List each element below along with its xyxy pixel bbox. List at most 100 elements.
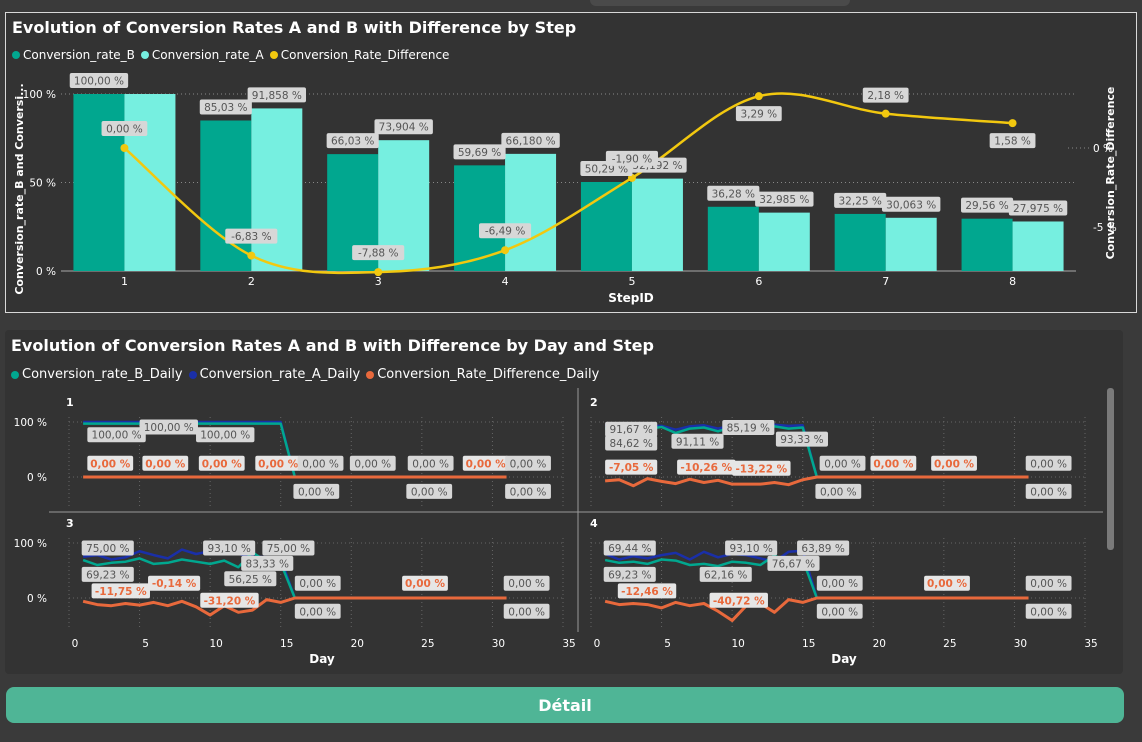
point-label: 91,67 % [605,421,658,437]
x-tick-label: 15 [280,638,293,650]
data-label-b-text: 32,25 % [839,195,882,207]
bar-conversion-rate-b [707,206,759,271]
point-label-text: 0,00 % [927,578,968,590]
x-tick-label: 10 [731,638,744,650]
point-label-text: 83,33 % [246,558,289,570]
panel-title: 1 [66,396,74,409]
point-label-text: -10,26 % [680,462,732,474]
day-chart-panel[interactable]: Evolution of Conversion Rates A and B wi… [5,330,1123,674]
data-label-b-text: 59,69 % [458,147,501,159]
y-tick-label: 0 % [36,266,56,278]
point-label-text: 0,00 % [411,486,448,498]
point-label-text: 69,23 % [608,569,651,581]
point-label-text: 0,00 % [202,458,243,470]
line-point [247,251,256,260]
data-label-a: 32,985 % [755,191,814,207]
line-point [881,109,890,118]
data-label-difference-text: -7,88 % [358,248,399,260]
point-label: 0,00 % [815,483,862,499]
y-tick-label: 100 % [14,538,47,550]
data-label-difference: 3,29 % [735,106,782,122]
bar-conversion-rate-b [834,213,886,271]
point-label-text: 0,00 % [466,458,507,470]
point-label-text: 0,00 % [1030,606,1067,618]
data-label-b: 36,28 % [707,185,760,201]
step-chart-panel[interactable]: Evolution of Conversion Rates A and B wi… [5,12,1137,313]
bar-conversion-rate-a [505,153,557,271]
panel-title: 3 [66,517,74,530]
x-tick-label: 5 [664,638,671,650]
data-label-a-text: 32,985 % [759,194,809,206]
data-label-b-text: 100,00 % [74,76,124,88]
point-label: 0,00 % [931,455,977,471]
bar-conversion-rate-a [251,108,303,271]
point-label: 0,00 % [198,455,245,471]
data-label-b: 66,03 % [326,133,379,149]
bar-conversion-rate-a [758,212,810,271]
point-label-text: 93,10 % [729,543,772,555]
x-tick-label: 7 [882,275,889,288]
data-label-difference: 0,00 % [101,121,148,136]
bar-conversion-rate-a [1012,221,1064,271]
point-label: 100,00 % [196,427,255,443]
data-label-difference-text: 2,18 % [867,90,904,102]
point-label: 69,23 % [603,566,656,582]
point-label: 0,00 % [406,483,453,499]
data-label-difference: -6,49 % [479,223,532,239]
point-label: -31,20 % [200,592,259,608]
point-label: 0,00 % [407,455,454,471]
point-label-text: 62,16 % [704,569,747,581]
x-tick-label: 20 [873,638,886,650]
data-label-a: 27,975 % [1008,200,1068,216]
point-label: 0,00 % [349,455,396,471]
vertical-scrollbar[interactable] [1107,388,1114,550]
x-axis-label: StepID [608,291,654,305]
data-label-b: 100,00 % [69,73,129,88]
y-tick-label: 0 % [27,472,47,484]
point-label-text: -0,14 % [152,578,197,590]
y-tick-label: 100 % [14,417,47,429]
point-label-text: 63,89 % [801,543,844,555]
series-line [82,596,507,617]
point-label-text: 84,62 % [609,438,652,450]
point-label-text: 75,00 % [86,543,129,555]
point-label-text: 0,00 % [510,486,547,498]
point-label: 0,00 % [142,455,189,471]
point-label-text: 100,00 % [92,430,142,442]
point-label-text: 0,00 % [302,458,339,470]
point-label: 0,00 % [1025,603,1072,619]
bar-conversion-rate-b [200,120,252,271]
step-chart-plot[interactable]: Conversion_rate_B and Conversi... Conver… [6,13,1136,312]
point-label: 76,67 % [767,555,820,571]
y-axis-label: Conversion_rate_B and Conversi... [13,83,26,294]
point-label-text: 69,23 % [86,569,129,581]
point-label-text: 100,00 % [200,430,250,442]
point-label: 0,00 % [1025,455,1072,471]
data-label-difference-text: -6,49 % [485,226,526,238]
point-label: 69,23 % [81,566,134,582]
point-label-text: 85,19 % [727,423,770,435]
day-chart-plot[interactable]: 1100 %0 %100,00 %100,00 %100,00 %0,00 % 0… [5,330,1115,674]
data-label-a: 66,180 % [501,132,560,148]
point-label-text: 76,67 % [772,558,815,570]
top-window-edge [590,0,850,6]
point-label-text: -13,22 % [735,463,787,475]
point-label-text: 0,00 % [354,458,391,470]
point-label: 0,00 % [255,455,302,471]
point-label: -7,05 % [605,459,658,475]
point-label-text: 0,00 % [934,458,975,470]
point-label-text: 0,00 % [145,458,186,470]
point-label: 0,00 % [1025,483,1072,499]
data-label-a: 73,904 % [374,119,433,135]
x-tick-label: 0 [594,638,601,650]
point-label: 0,00 % [293,483,340,499]
point-label: 100,00 % [87,427,146,443]
detail-button[interactable]: Détail [6,687,1124,723]
x-tick-label: 8 [1009,275,1016,288]
data-label-difference: -1,90 % [605,150,658,166]
data-label-difference-text: -1,90 % [612,153,653,165]
data-label-difference: 1,58 % [989,133,1036,149]
point-label-text: 0,00 % [873,458,914,470]
data-label-difference-text: 3,29 % [740,109,777,121]
x-tick-label: 4 [502,275,509,288]
